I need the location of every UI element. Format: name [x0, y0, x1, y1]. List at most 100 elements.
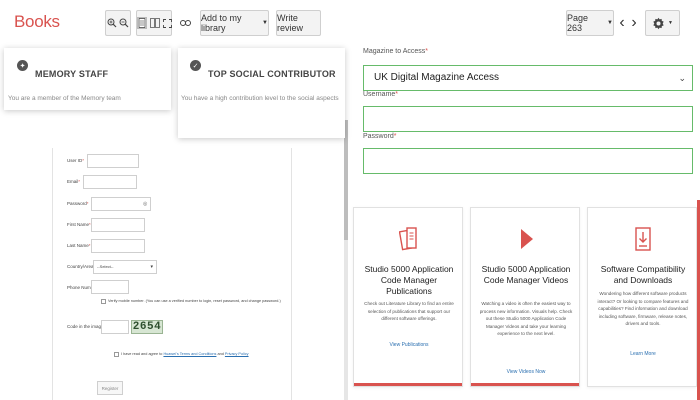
badge-text: You have a high contribution level to th… [181, 95, 339, 102]
play-icon [521, 229, 533, 249]
country-value: --Select-- [97, 264, 114, 269]
password-field[interactable] [91, 197, 151, 211]
country-label: Country/Area* [67, 264, 95, 269]
fullscreen-button[interactable] [162, 18, 172, 28]
resource-description: Check out Literature Library to find an … [364, 301, 454, 321]
email-label-text: Email [67, 179, 79, 184]
magazine-select[interactable]: UK Digital Magazine Access ⌄ [363, 65, 693, 91]
last-name-label: Last Name* [67, 243, 91, 248]
last-name-field[interactable] [91, 239, 145, 253]
first-name-field[interactable] [91, 218, 145, 232]
resource-card-publications: Studio 5000 Application Code Manager Pub… [353, 207, 463, 387]
view-publications-link[interactable]: View Publications [354, 342, 464, 348]
chevron-right-icon: › [631, 14, 637, 31]
verify-mobile-checkbox[interactable] [101, 299, 106, 304]
settings-button[interactable]: ▼ [645, 10, 680, 36]
country-label-text: Country/Area [67, 264, 94, 269]
password-label: Password* [363, 133, 397, 140]
email-label: Email* [67, 179, 81, 184]
document-scrollbar[interactable] [344, 120, 348, 400]
link-icon [179, 20, 191, 26]
chevron-left-icon: ‹ [619, 14, 625, 31]
resource-title: Studio 5000 Application Code Manager Pub… [364, 264, 454, 296]
add-to-library-label: Add to my library [201, 13, 242, 33]
write-review-button[interactable]: Write review [276, 10, 321, 36]
caret-down-icon: ▼ [262, 20, 268, 26]
badge-title: MEMORY STAFF [35, 69, 109, 79]
resource-card-software: Software Compatibility and Downloads Won… [587, 207, 697, 387]
copy-link-button[interactable] [178, 10, 192, 36]
agree-terms-text: I have read and agree to Huawei's Terms … [121, 352, 249, 356]
next-page-button[interactable]: › [629, 10, 639, 36]
single-page-icon [138, 18, 145, 28]
username-label-text: Username [363, 91, 396, 98]
documents-icon [399, 227, 417, 251]
magazine-value: UK Digital Magazine Access [374, 72, 500, 83]
terms-link[interactable]: Huawei's Terms and Conditions [163, 352, 216, 356]
caret-down-icon: ▼ [607, 20, 613, 26]
verify-mobile-note: Verify mobile number. (You can use a ver… [108, 299, 281, 303]
badge-text: You are a member of the Memory team [8, 95, 121, 102]
add-to-library-button[interactable]: Add to my library ▼ [200, 10, 269, 36]
first-name-label: First Name* [67, 222, 91, 227]
resource-title: Software Compatibility and Downloads [600, 264, 686, 285]
agree-terms-checkbox[interactable] [114, 352, 119, 357]
privacy-policy-link[interactable]: Privacy Policy [225, 352, 249, 356]
learn-more-link[interactable]: Learn More [588, 351, 698, 357]
user-id-field[interactable] [87, 154, 139, 168]
password-input[interactable] [363, 148, 693, 174]
zoom-out-icon [119, 18, 128, 28]
username-label: Username* [363, 91, 399, 98]
app-title[interactable]: Books [14, 12, 60, 32]
page-label: Page 263 [567, 13, 589, 33]
agree-prefix: I have read and agree to [121, 352, 163, 356]
magazine-label: Magazine to Access* [363, 48, 428, 55]
resource-title: Studio 5000 Application Code Manager Vid… [481, 264, 571, 285]
top-toolbar: Books Add to my library ▼ Write review P… [0, 0, 700, 44]
user-id-label: User ID* [67, 158, 85, 163]
badge-title: TOP SOCIAL CONTRIBUTOR [208, 69, 336, 79]
captcha-field[interactable] [101, 320, 129, 334]
captcha-label-text: Code in the image [67, 324, 104, 329]
resource-card-videos: Studio 5000 Application Code Manager Vid… [470, 207, 580, 387]
scrollbar-thumb[interactable] [344, 120, 348, 240]
page-select[interactable]: Page 263 ▼ [566, 10, 614, 36]
zoom-out-button[interactable] [117, 10, 131, 36]
first-name-label-text: First Name [67, 222, 90, 227]
double-page-button[interactable] [149, 18, 160, 28]
single-page-button[interactable] [136, 17, 147, 29]
fullscreen-icon [162, 18, 172, 28]
resource-description: Watching a video is often the easiest wa… [479, 301, 573, 336]
phone-field[interactable] [91, 280, 129, 294]
view-videos-link[interactable]: View Videos Now [471, 369, 581, 375]
magazine-label-text: Magazine to Access [363, 48, 426, 55]
view-mode-group [136, 10, 172, 36]
top-social-contributor-badge-card: ✓ TOP SOCIAL CONTRIBUTOR You have a high… [178, 48, 345, 138]
card-accent-bar [471, 383, 579, 386]
username-input[interactable] [363, 106, 693, 132]
country-select[interactable]: --Select-- ▾ [93, 260, 157, 274]
card-accent-bar [354, 383, 462, 386]
user-id-label-text: User ID [67, 158, 83, 163]
eye-icon[interactable]: ◎ [143, 201, 147, 207]
email-field[interactable] [83, 175, 137, 189]
caret-down-icon: ▼ [668, 20, 673, 26]
password-label-text: Password [363, 133, 394, 140]
registration-form-page: User ID* Email* Password* ◎ First Name* … [52, 148, 292, 400]
agree-and: and [217, 352, 224, 356]
previous-page-button[interactable]: ‹ [617, 10, 627, 36]
password-label: Password* [67, 201, 89, 206]
last-name-label-text: Last Name [67, 243, 89, 248]
password-label-text: Password [67, 201, 87, 206]
memory-staff-badge-card: ✦ MEMORY STAFF You are a member of the M… [4, 48, 171, 110]
caret-down-icon: ▾ [150, 264, 153, 270]
gear-icon [653, 17, 664, 29]
zoom-in-icon [107, 18, 117, 28]
double-page-icon [149, 18, 160, 28]
captcha-label: Code in the image* [67, 324, 105, 329]
write-review-label: Write review [277, 13, 304, 33]
resource-description: Wondering how different software product… [597, 291, 689, 326]
captcha-image[interactable]: 2654 [131, 320, 163, 334]
download-file-icon [635, 227, 651, 251]
register-button[interactable]: Register [97, 381, 123, 395]
